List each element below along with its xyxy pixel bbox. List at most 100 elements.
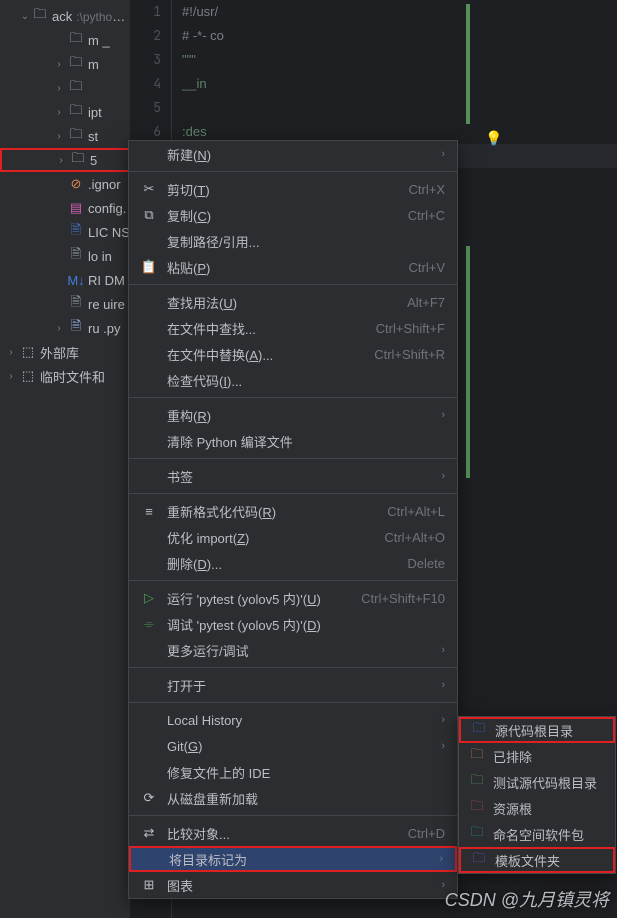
tree-item[interactable]: 🗎 re uire [0,292,130,316]
tree-item[interactable]: 🗀m _ [0,28,130,52]
separator [129,815,457,816]
submenu-excluded[interactable]: 🗀 已排除 [459,743,615,769]
tree-item[interactable]: M↓RI DM [0,268,130,292]
menu-repair-ide[interactable]: 修复文件上的 IDE [129,759,457,785]
menu-mark-directory[interactable]: 将目录标记为 › [129,846,457,872]
folder-icon: 🗀 [68,104,84,120]
tree-item[interactable]: 🗎LIC NS [0,220,130,244]
folder-icon: 🗀 [469,774,485,790]
menu-replace-in-files[interactable]: 在文件中替换(A)... Ctrl+Shift+R [129,341,457,367]
menu-debug[interactable]: ⌯ 调试 'pytest (yolov5 内)'(D) [129,611,457,637]
blank-icon [141,146,157,162]
submenu-template-folder[interactable]: 🗀 模板文件夹 [459,847,615,873]
external-libraries[interactable]: › ⬚ 外部库 [0,340,130,364]
tree-label: st [88,129,98,144]
tree-item[interactable]: ⊘.ignor [0,172,130,196]
tree-item[interactable]: ›🗀ipt [0,100,130,124]
chevron-icon: › [54,153,68,167]
chevron-right-icon: › [441,740,445,752]
tree-item[interactable]: ›🗎ru .py [0,316,130,340]
tree-label: LIC NS [88,225,130,240]
menu-new[interactable]: 新建(N) › [129,141,457,167]
mark-directory-submenu[interactable]: 🗀 源代码根目录 🗀 已排除 🗀 测试源代码根目录 🗀 资源根 🗀 命名空间软件… [458,716,616,874]
menu-local-history[interactable]: Local History › [129,707,457,733]
chevron-icon [52,33,66,47]
chevron-icon: › [52,105,66,119]
cut-icon: ✂ [141,181,157,197]
debug-icon: ⌯ [141,616,157,632]
context-menu[interactable]: 新建(N) › ✂ 剪切(T) Ctrl+X ⧉ 复制(C) Ctrl+C 复制… [128,140,458,899]
folder-icon: 🗀 [469,748,485,764]
menu-find-usages[interactable]: 查找用法(U) Alt+F7 [129,289,457,315]
chevron-right-icon: › [441,644,445,656]
submenu-sources-root[interactable]: 🗀 源代码根目录 [459,717,615,743]
lightbulb-icon[interactable]: 💡 [485,130,502,147]
tree-item[interactable]: ›🗀 [0,76,130,100]
tree-item[interactable]: 🗎lo in [0,244,130,268]
menu-copy[interactable]: ⧉ 复制(C) Ctrl+C [129,202,457,228]
separator [129,284,457,285]
folder-icon: 🗀 [471,722,487,738]
menu-reformat[interactable]: ≡ 重新格式化代码(R) Ctrl+Alt+L [129,498,457,524]
separator [129,397,457,398]
tree-label: m [88,57,99,72]
menu-cut[interactable]: ✂ 剪切(T) Ctrl+X [129,176,457,202]
menu-compare[interactable]: ⇄ 比较对象... Ctrl+D [129,820,457,846]
code-line[interactable]: """ [182,48,617,72]
separator [129,702,457,703]
code-line[interactable]: # -*- co [182,24,617,48]
project-tree[interactable]: ⌄ 🗀 ack:\python\cracker 🗀m _›🗀m›🗀›🗀ipt›🗀… [0,0,130,918]
folder-icon: 🗀 [68,56,84,72]
submenu-resource-root[interactable]: 🗀 资源根 [459,795,615,821]
compare-icon: ⇄ [141,825,157,841]
code-line[interactable]: __in [182,72,617,96]
menu-copy-path[interactable]: 复制路径/引用... [129,228,457,254]
code-line[interactable] [182,96,617,120]
text-icon: 🗎 [68,296,84,312]
chevron-icon [52,249,66,263]
menu-reload[interactable]: ⟳ 从磁盘重新加载 [129,785,457,811]
tree-label: 5 [90,153,97,168]
line-number: 2 [130,24,161,48]
menu-more-run[interactable]: 更多运行/调试 › [129,637,457,663]
chevron-right-icon: › [439,853,443,865]
submenu-test-sources-root[interactable]: 🗀 测试源代码根目录 [459,769,615,795]
menu-refactor[interactable]: 重构(R) › [129,402,457,428]
menu-bookmark[interactable]: 书签 › [129,463,457,489]
menu-run[interactable]: ▷ 运行 'pytest (yolov5 内)'(U) Ctrl+Shift+F… [129,585,457,611]
menu-open-in[interactable]: 打开于 › [129,672,457,698]
tree-item[interactable]: ▤config. [0,196,130,220]
chevron-right-icon: › [441,714,445,726]
change-marker [466,4,470,124]
ignore-icon: ⊘ [68,176,84,192]
menu-clean-python[interactable]: 清除 Python 编译文件 [129,428,457,454]
copy-icon: ⧉ [141,207,157,223]
tree-item[interactable]: ›🗀st [0,124,130,148]
menu-git[interactable]: Git(G) › [129,733,457,759]
library-icon: ⬚ [20,344,36,360]
menu-inspect-code[interactable]: 检查代码(I)... [129,367,457,393]
scratches[interactable]: › ⬚ 临时文件和 [0,364,130,388]
submenu-namespace-package[interactable]: 🗀 命名空间软件包 [459,821,615,847]
menu-diagram[interactable]: ⊞ 图表 › [129,872,457,898]
tree-label: ack:\python\cracker [52,9,130,24]
chevron-icon: › [52,321,66,335]
menu-paste[interactable]: 📋 粘贴(P) Ctrl+V [129,254,457,280]
chevron-icon: › [52,57,66,71]
tree-item[interactable]: ›🗀5 [0,148,130,172]
menu-optimize-imports[interactable]: 优化 import(Z) Ctrl+Alt+O [129,524,457,550]
menu-delete[interactable]: 删除(D)... Delete [129,550,457,576]
folder-icon: 🗀 [32,8,48,24]
chevron-icon: › [52,129,66,143]
tree-label: lo in [88,249,112,264]
chevron-icon [52,201,66,215]
menu-find-in-files[interactable]: 在文件中查找... Ctrl+Shift+F [129,315,457,341]
tree-label: m _ [88,33,110,48]
code-line[interactable]: #!/usr/ [182,0,617,24]
tree-root[interactable]: ⌄ 🗀 ack:\python\cracker [0,4,130,28]
tree-label: re uire [88,297,125,312]
tree-item[interactable]: ›🗀 m [0,52,130,76]
separator [129,171,457,172]
line-number: 3 [130,48,161,72]
folder-icon: 🗀 [469,826,485,842]
